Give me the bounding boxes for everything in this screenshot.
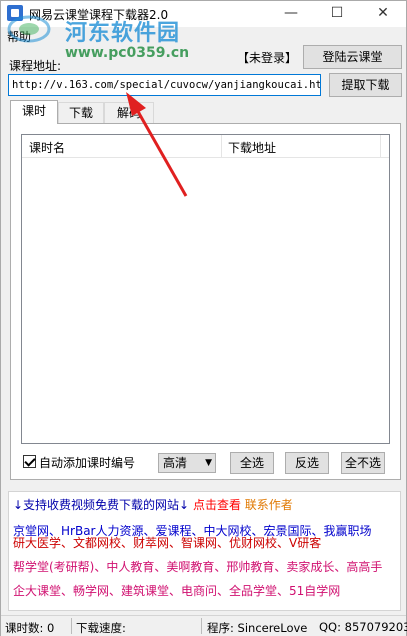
invert-selection-button[interactable]: 反选 <box>285 452 329 474</box>
url-label: 课程地址: <box>9 59 62 73</box>
lesson-count: 课时数: 0 <box>5 621 55 635</box>
view-link[interactable]: 点击查看 <box>193 498 241 512</box>
contact-author-link[interactable]: 联系作者 <box>245 498 293 512</box>
minimize-button[interactable]: — <box>268 1 314 27</box>
ad-sites-line[interactable]: 帮学堂(考研帮)、中人教育、美啊教育、邢帅教育、卖家成长、高高手 <box>13 558 382 575</box>
column-divider[interactable] <box>380 135 381 158</box>
tab-download[interactable]: 下载 <box>58 102 104 124</box>
login-status: 【未登录】 <box>237 51 298 65</box>
select-all-button[interactable]: 全选 <box>230 452 274 474</box>
maximize-button[interactable]: ☐ <box>314 1 360 27</box>
list-header: 课时名 下载地址 <box>22 135 389 158</box>
column-lesson-name[interactable]: 课时名 <box>29 139 65 156</box>
quality-select[interactable]: 高清 ▼ <box>158 453 216 473</box>
status-bar: 课时数: 0 下载速度: 程序: SincereLove QQ: 8570792… <box>1 615 407 636</box>
course-url-input[interactable]: http://v.163.com/special/cuvocw/yanjiang… <box>8 74 321 96</box>
ad-header-text: ↓支持收费视频免费下载的网站↓ <box>13 498 190 512</box>
column-divider[interactable] <box>221 135 222 158</box>
ad-sites-line[interactable]: 研大医学、文都网校、财萃网、智课网、优财网校、V研客 <box>13 534 321 551</box>
lessons-panel: 课时名 下载地址 自动添加课时编号 高清 ▼ 全选 反选 全不选 <box>10 123 401 480</box>
ad-header: ↓支持收费视频免费下载的网站↓ 点击查看 联系作者 <box>13 496 293 513</box>
ad-sites-line[interactable]: 企大课堂、畅学网、建筑课堂、电商问、全品学堂、51自学网 <box>13 582 340 599</box>
watermark-logo-icon <box>7 15 51 43</box>
qq-number: QQ: 857079203 <box>319 620 407 634</box>
download-speed: 下载速度: <box>76 621 126 635</box>
select-none-button[interactable]: 全不选 <box>341 452 385 474</box>
auto-number-checkbox[interactable] <box>23 455 36 468</box>
ad-area: ↓支持收费视频免费下载的网站↓ 点击查看 联系作者 京堂网、HrBar人力资源、… <box>8 491 401 611</box>
tab-decode[interactable]: 解码 <box>104 102 154 124</box>
auto-number-label[interactable]: 自动添加课时编号 <box>39 454 135 471</box>
chevron-down-icon: ▼ <box>205 458 212 468</box>
close-button[interactable]: ✕ <box>360 1 406 27</box>
status-divider <box>201 618 202 634</box>
tab-lessons[interactable]: 课时 <box>10 100 58 124</box>
column-download-url[interactable]: 下载地址 <box>228 139 276 156</box>
author-credit: 程序: SincereLove <box>207 621 308 635</box>
title-bar[interactable]: 网易云课堂课程下载器2.0 — ☐ ✕ <box>1 1 406 27</box>
watermark-title: 河东软件园 <box>65 20 181 46</box>
fetch-download-button[interactable]: 提取下载 <box>329 73 402 97</box>
status-divider <box>71 618 72 634</box>
app-window: 网易云课堂课程下载器2.0 — ☐ ✕ 帮助 河东软件园 www.pc0359.… <box>0 0 407 636</box>
watermark-url: www.pc0359.cn <box>65 45 190 61</box>
login-button[interactable]: 登陆云课堂 <box>303 45 402 69</box>
quality-value: 高清 <box>163 456 188 470</box>
lesson-list[interactable]: 课时名 下载地址 <box>21 134 390 444</box>
